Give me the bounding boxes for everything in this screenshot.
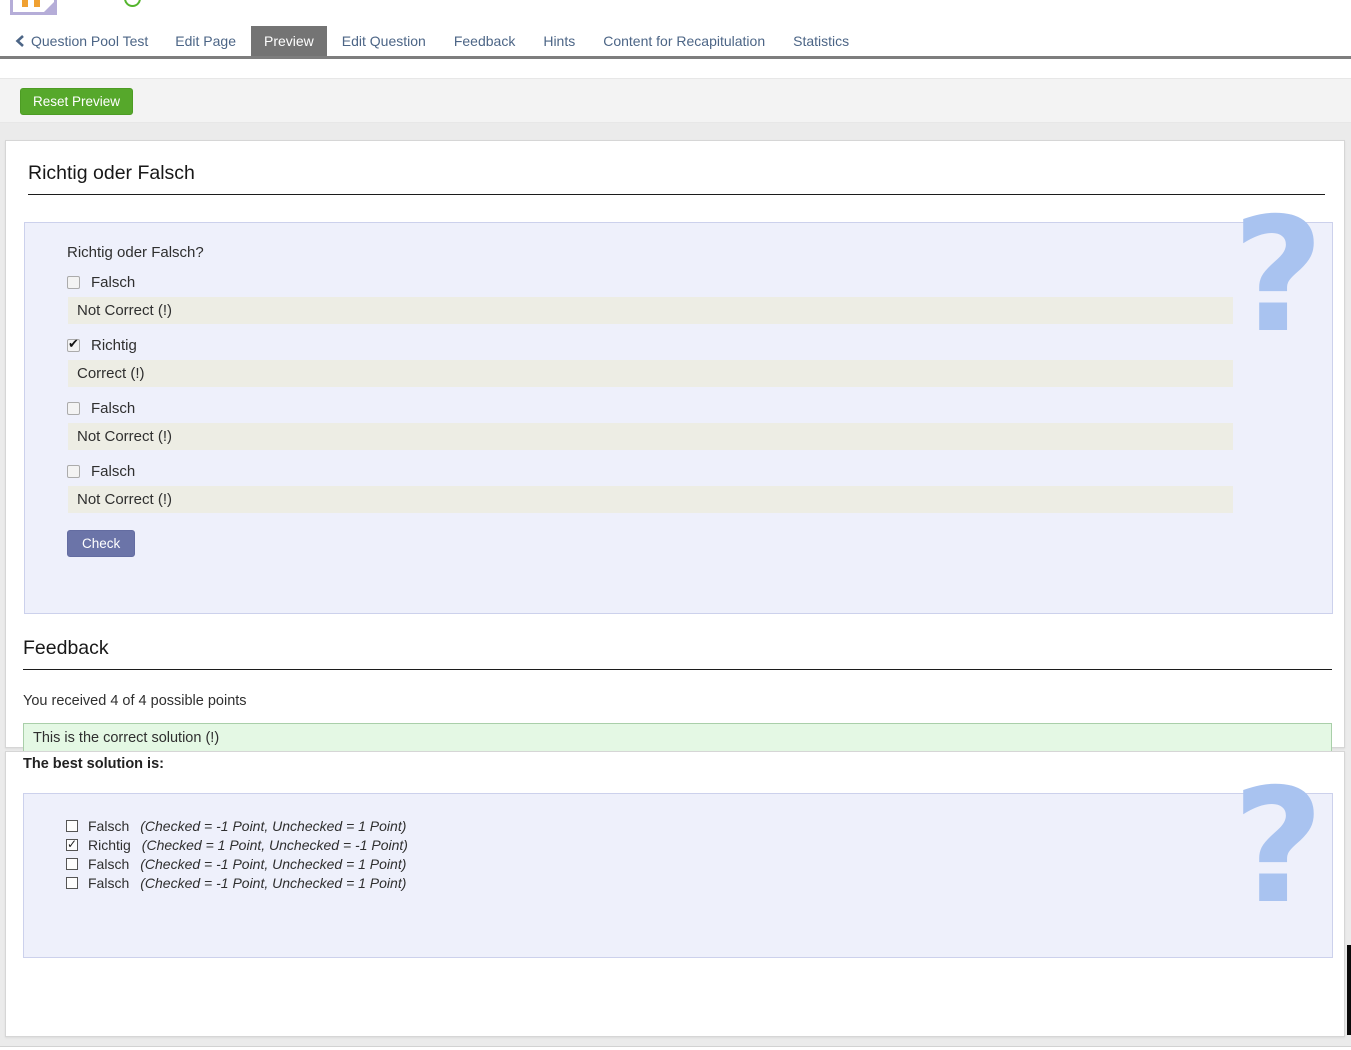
best-solution-panel: The best solution is: ? Falsch (Checked …: [5, 751, 1345, 1037]
best-solution-block: ? Falsch (Checked = -1 Point, Unchecked …: [23, 793, 1333, 958]
question-block: ? Richtig oder Falsch? Falsch Not Correc…: [24, 222, 1333, 614]
answer-option-row: Richtig: [67, 337, 1332, 354]
answer-feedback-row: Not Correct (!): [68, 297, 1233, 324]
solution-checkbox: [66, 877, 78, 889]
answer-option-row: Falsch: [67, 274, 1332, 291]
answer-checkbox[interactable]: [67, 276, 80, 289]
tab-content-for-recapitulation[interactable]: Content for Recapitulation: [590, 26, 778, 56]
solution-points-note: (Checked = -1 Point, Unchecked = 1 Point…: [140, 856, 406, 872]
answer-feedback-row: Correct (!): [68, 360, 1233, 387]
next-panel-edge: [0, 1046, 1351, 1050]
tab-hints[interactable]: Hints: [530, 26, 588, 56]
tab-feedback[interactable]: Feedback: [441, 26, 528, 56]
logo-fold: [44, 2, 54, 12]
solution-label: Falsch: [88, 818, 129, 834]
solution-checkbox: [66, 820, 78, 832]
scrollbar-fragment[interactable]: [1347, 945, 1351, 1035]
answer-option-row: Falsch: [67, 400, 1332, 417]
answer-feedback-row: Not Correct (!): [68, 423, 1233, 450]
answer-checkbox[interactable]: [67, 339, 80, 352]
solution-label: Falsch: [88, 875, 129, 891]
question-title: Richtig oder Falsch: [28, 162, 1325, 195]
question-preview-panel: Richtig oder Falsch ? Richtig oder Falsc…: [5, 140, 1345, 748]
answer-label: Richtig: [91, 337, 137, 354]
question-text: Richtig oder Falsch?: [67, 244, 1332, 261]
correct-solution-message: This is the correct solution (!): [23, 723, 1332, 753]
answer-label: Falsch: [91, 400, 135, 417]
answer-option-row: Falsch: [67, 463, 1332, 480]
answer-label: Falsch: [91, 463, 135, 480]
toolbar: Reset Preview: [0, 78, 1351, 123]
answer-label: Falsch: [91, 274, 135, 291]
answer-checkbox[interactable]: [67, 402, 80, 415]
answer-feedback-row: Not Correct (!): [68, 486, 1233, 513]
best-solution-row: Falsch (Checked = -1 Point, Unchecked = …: [66, 856, 1332, 872]
feedback-heading: Feedback: [23, 637, 1332, 670]
solution-checkbox: [66, 858, 78, 870]
reset-preview-button[interactable]: Reset Preview: [20, 88, 133, 115]
tab-statistics[interactable]: Statistics: [780, 26, 862, 56]
best-solution-row: Falsch (Checked = -1 Point, Unchecked = …: [66, 818, 1332, 834]
back-link-question-pool-test[interactable]: Question Pool Test: [15, 26, 148, 56]
answer-checkbox[interactable]: [67, 465, 80, 478]
best-solution-row: Richtig (Checked = 1 Point, Unchecked = …: [66, 837, 1332, 853]
points-received-text: You received 4 of 4 possible points: [23, 693, 1344, 709]
solution-points-note: (Checked = -1 Point, Unchecked = 1 Point…: [140, 818, 406, 834]
logo-detail: [34, 0, 40, 7]
solution-points-note: (Checked = -1 Point, Unchecked = 1 Point…: [140, 875, 406, 891]
solution-label: Falsch: [88, 856, 129, 872]
tab-preview[interactable]: Preview: [251, 26, 327, 56]
status-circle-icon: [124, 0, 141, 7]
solution-points-note: (Checked = 1 Point, Unchecked = -1 Point…: [142, 837, 408, 853]
back-link-label: Question Pool Test: [31, 33, 148, 49]
best-solution-row: Falsch (Checked = -1 Point, Unchecked = …: [66, 875, 1332, 891]
logo-detail: [22, 0, 28, 7]
solution-checkbox: [66, 839, 78, 851]
tab-bar: Question Pool Test Edit Page Preview Edi…: [0, 26, 1351, 59]
check-button[interactable]: Check: [67, 530, 135, 557]
solution-label: Richtig: [88, 837, 131, 853]
tab-edit-page[interactable]: Edit Page: [162, 26, 249, 56]
ilias-logo-icon[interactable]: [10, 0, 57, 15]
tab-edit-question[interactable]: Edit Question: [329, 26, 439, 56]
header: Question Pool Test Edit Page Preview Edi…: [0, 0, 1351, 59]
back-chevron-icon: [15, 35, 24, 47]
best-solution-label: The best solution is:: [23, 756, 1344, 772]
